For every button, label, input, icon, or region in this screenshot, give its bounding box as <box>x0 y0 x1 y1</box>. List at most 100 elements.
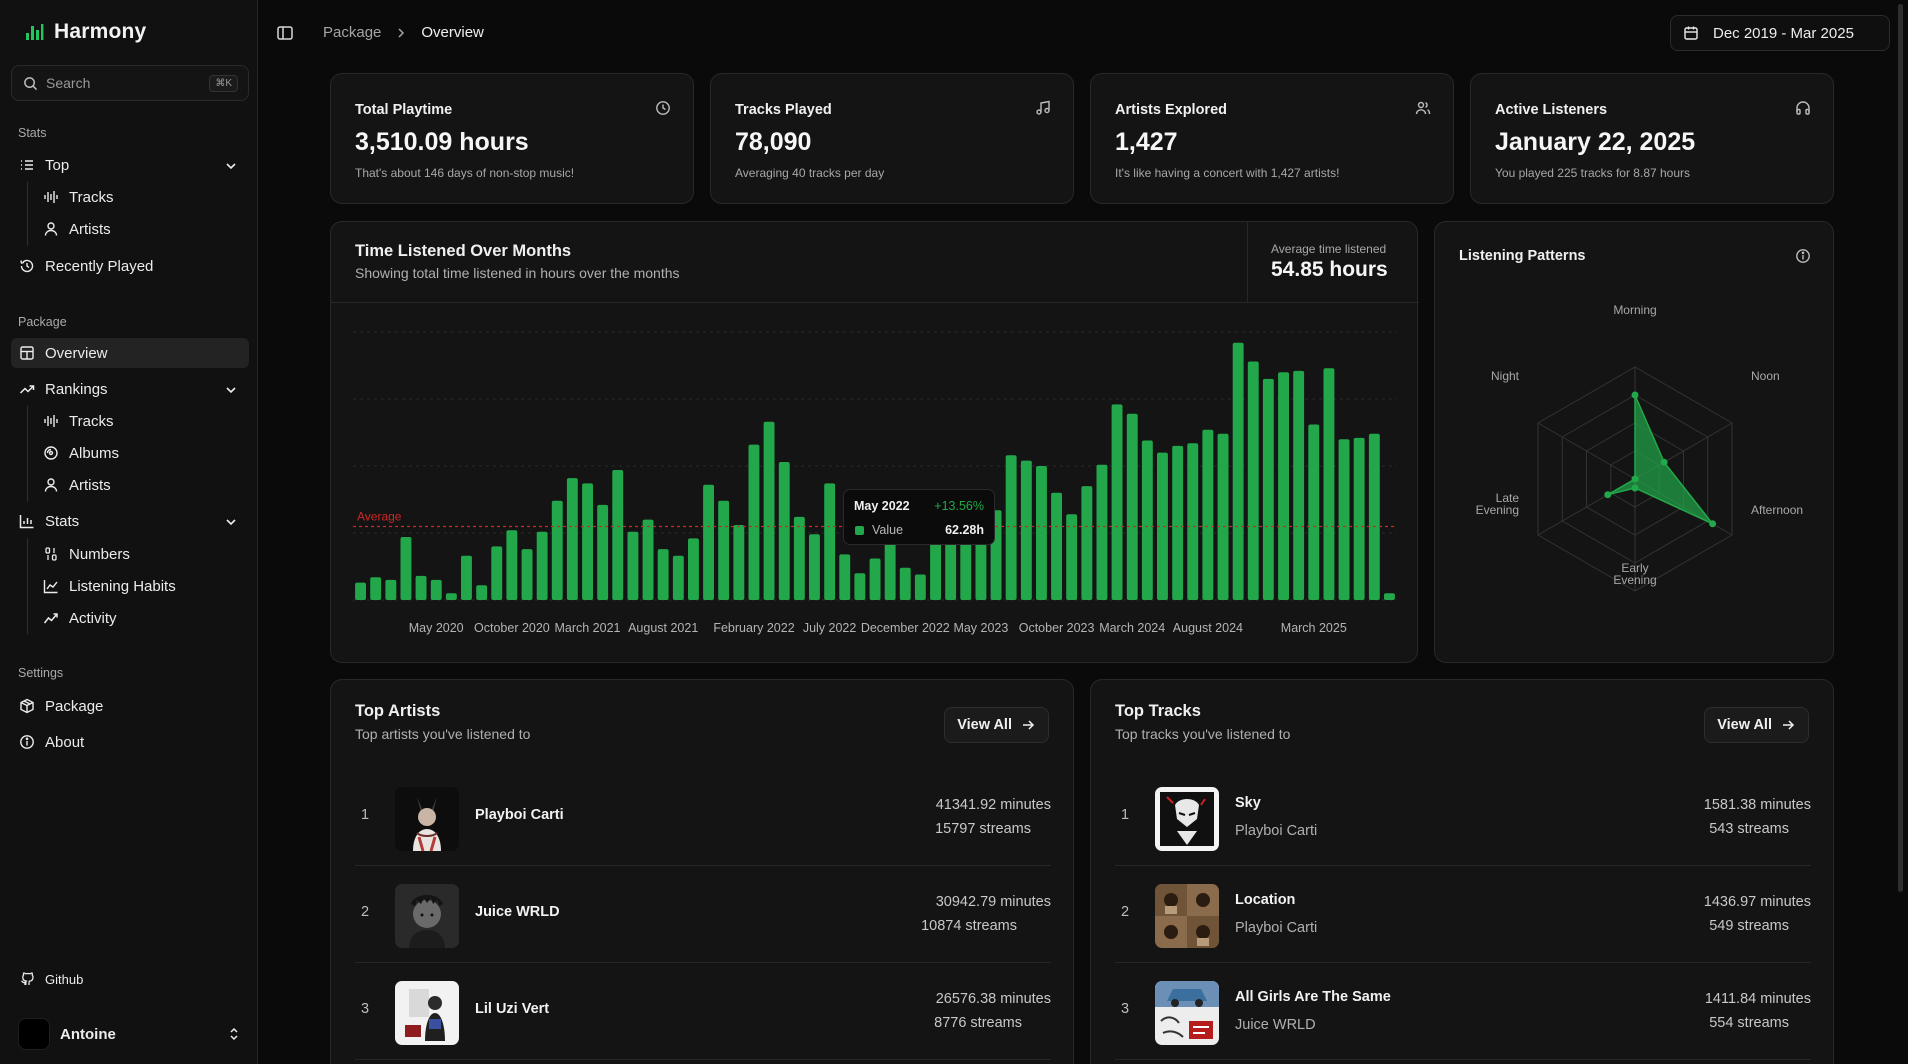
nav-package[interactable]: Package <box>11 691 249 721</box>
chart-bar[interactable] <box>491 546 503 600</box>
chart-bar[interactable] <box>1020 460 1032 600</box>
chart-bar[interactable] <box>536 531 548 600</box>
chart-bar[interactable] <box>1353 437 1365 600</box>
radar-point[interactable] <box>1660 458 1668 466</box>
chart-bar[interactable] <box>1096 464 1108 600</box>
chart-bar[interactable] <box>1217 433 1229 600</box>
chart-bar[interactable] <box>869 558 881 601</box>
chart-bar[interactable] <box>1232 342 1244 600</box>
chart-bar[interactable] <box>1202 429 1214 600</box>
chart-bar[interactable] <box>809 534 820 600</box>
chart-bar[interactable] <box>778 462 790 600</box>
track-row[interactable]: 1 Sky Playboi Carti 1581.38 minutes 543 … <box>1115 769 1811 866</box>
chart-bar[interactable] <box>672 555 684 600</box>
date-range-picker[interactable]: Dec 2019 - Mar 2025 <box>1670 15 1890 51</box>
track-row[interactable]: 2 Location Playboi Carti 1436.97 minutes… <box>1115 866 1811 963</box>
nav-top-tracks[interactable]: Tracks <box>35 183 249 211</box>
chart-bar[interactable] <box>960 538 972 600</box>
nav-rankings-artists[interactable]: Artists <box>35 471 249 499</box>
artist-row[interactable]: 1 Playboi Carti 41341.92 minutes 15797 s… <box>355 769 1051 866</box>
chart-bar[interactable] <box>899 567 911 600</box>
nav-rankings-tracks[interactable]: Tracks <box>35 407 249 435</box>
chart-bar[interactable] <box>1111 404 1123 600</box>
chart-bar[interactable] <box>703 484 714 600</box>
nav-overview[interactable]: Overview <box>11 338 249 368</box>
chart-bar[interactable] <box>582 483 593 600</box>
nav-rankings[interactable]: Rankings <box>11 374 249 404</box>
chart-bar[interactable] <box>642 519 654 600</box>
chart-bar[interactable] <box>1338 439 1350 600</box>
chart-bar[interactable] <box>476 585 488 600</box>
artist-row[interactable]: 3 Lil Uzi Vert 26576.38 minutes 8776 str… <box>355 963 1051 1060</box>
radar-point[interactable] <box>1631 484 1639 492</box>
chart-bar[interactable] <box>763 421 775 600</box>
chart-bar[interactable] <box>1293 370 1305 600</box>
chart-bar[interactable] <box>884 542 896 600</box>
chart-bar[interactable] <box>355 582 366 600</box>
nav-stats-activity[interactable]: Activity <box>35 604 249 632</box>
chart-bar[interactable] <box>1051 492 1062 600</box>
nav-github[interactable]: Github <box>11 964 249 994</box>
chart-bar[interactable] <box>793 516 805 600</box>
chart-bar[interactable] <box>415 575 427 600</box>
chart-bar[interactable] <box>445 593 457 600</box>
chart-bar[interactable] <box>854 573 866 600</box>
nav-about[interactable]: About <box>11 727 249 757</box>
search-box[interactable]: ⌘K <box>11 65 249 101</box>
page-scrollbar[interactable] <box>1898 4 1903 892</box>
chart-bar[interactable] <box>461 555 472 600</box>
chart-bar[interactable] <box>1308 424 1320 601</box>
chart-bar[interactable] <box>824 483 836 600</box>
chart-bar[interactable] <box>1278 372 1289 600</box>
chart-bar[interactable] <box>839 554 851 600</box>
radar-point[interactable] <box>1631 475 1639 483</box>
chart-bar[interactable] <box>1005 455 1017 600</box>
nav-recently-played[interactable]: Recently Played <box>11 251 249 281</box>
chart-bar[interactable] <box>1368 433 1380 600</box>
chart-bar[interactable] <box>597 504 609 600</box>
chart-bar[interactable] <box>1247 361 1259 601</box>
chart-bar[interactable] <box>612 470 624 600</box>
chart-bar[interactable] <box>627 531 639 600</box>
chart-bar[interactable] <box>551 500 563 600</box>
radar-point[interactable] <box>1604 491 1612 499</box>
breadcrumb-parent[interactable]: Package <box>323 24 381 41</box>
track-row[interactable]: 3 All Girls Are The Same Juice WRLD 1411… <box>1115 963 1811 1060</box>
chart-bar[interactable] <box>1141 440 1153 601</box>
nav-stats-listening-habits[interactable]: Listening Habits <box>35 572 249 600</box>
chart-bar[interactable] <box>914 574 926 601</box>
chart-bar[interactable] <box>718 500 730 600</box>
chart-bar[interactable] <box>657 549 669 600</box>
chart-bar[interactable] <box>748 444 760 600</box>
chart-bar[interactable] <box>370 577 382 600</box>
chart-bar[interactable] <box>521 549 533 600</box>
view-all-artists-button[interactable]: View All <box>944 707 1049 743</box>
chart-bar[interactable] <box>400 537 412 600</box>
bar-chart[interactable]: Average May 2020 October 2020 March 2021 Aug… <box>331 222 1419 664</box>
chart-bar[interactable] <box>1187 443 1199 600</box>
chart-bar[interactable] <box>506 530 518 600</box>
sidebar-toggle-icon[interactable] <box>276 24 294 42</box>
brand[interactable]: Harmony <box>24 20 146 44</box>
chart-bar[interactable] <box>385 579 397 600</box>
chart-bar[interactable] <box>1081 486 1093 600</box>
view-all-tracks-button[interactable]: View All <box>1704 707 1809 743</box>
chart-bar[interactable] <box>1323 368 1335 600</box>
nav-top-artists[interactable]: Artists <box>35 215 249 243</box>
chart-bar[interactable] <box>1036 466 1047 600</box>
chart-bar[interactable] <box>733 525 745 600</box>
chart-bar[interactable] <box>566 478 578 600</box>
radar-point[interactable] <box>1631 391 1639 399</box>
nav-rankings-albums[interactable]: Albums <box>35 439 249 467</box>
chart-bar[interactable] <box>1384 593 1395 600</box>
chart-bar[interactable] <box>430 579 442 600</box>
nav-stats[interactable]: Stats <box>11 506 249 536</box>
chart-bar[interactable] <box>1172 445 1184 600</box>
nav-top[interactable]: Top <box>11 150 249 180</box>
radar-point[interactable] <box>1709 520 1717 528</box>
chart-bar[interactable] <box>1262 378 1274 600</box>
user-menu[interactable]: Antoine <box>18 1018 242 1050</box>
search-input[interactable] <box>46 75 206 91</box>
chart-bar[interactable] <box>1126 413 1138 600</box>
nav-stats-numbers[interactable]: Numbers <box>35 540 249 568</box>
